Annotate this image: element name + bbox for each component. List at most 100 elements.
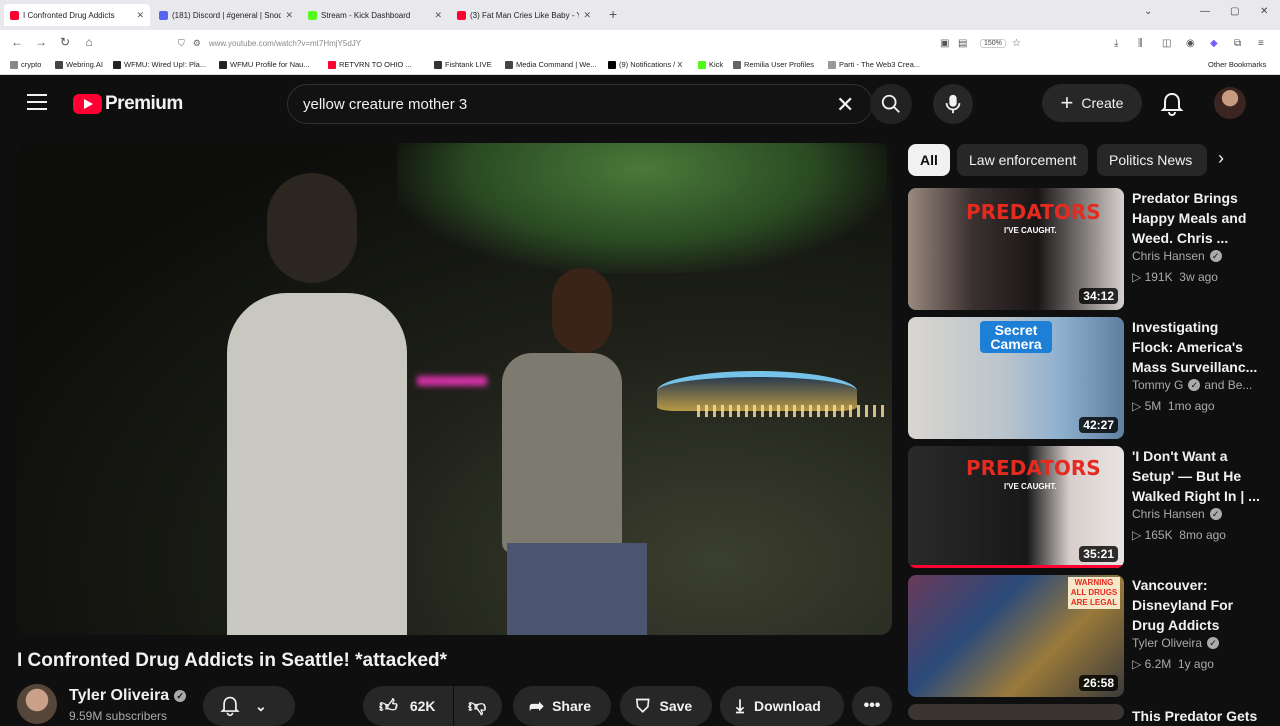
bookmark-item[interactable]: Kick [698,60,723,69]
extensions-icon[interactable]: ⧉ [1234,38,1241,49]
browser-tab[interactable]: (181) Discord | #general | Snod ✕ [153,4,299,26]
more-actions-button[interactable]: ••• [852,686,892,726]
bookmark-item[interactable]: Media Command | We... [505,60,597,69]
site-settings-icon[interactable]: ⚙ [193,38,201,49]
like-button[interactable]: 👍︎ 62K [363,686,453,726]
recommendation-channel[interactable]: Chris Hansen ✓ [1132,507,1222,521]
bookmark-label: Webring.AI [66,60,103,69]
address-bar[interactable]: ⛉ ⚙ www.youtube.com/watch?v=mt7HmjY5dJY [178,34,938,52]
extension-icon[interactable]: ◆ [1210,38,1218,49]
reload-icon[interactable]: ↻ [57,35,73,49]
bookmark-favicon-icon [328,60,336,69]
recommendation-title[interactable]: Predator Brings Happy Meals and Weed. Ch… [1132,188,1260,248]
zoom-level[interactable]: 150% [980,39,1006,48]
close-tab-icon[interactable]: ✕ [583,10,591,21]
close-tab-icon[interactable]: ✕ [136,10,144,21]
maximize-icon[interactable]: ▢ [1230,6,1239,17]
recommendation-channel[interactable]: Tyler Oliveira ✓ [1132,636,1220,650]
thumbnail-text: Secret Camera [980,321,1052,353]
subscription-notifications-button[interactable]: ⌄ [203,686,295,726]
bookmark-item[interactable]: Parti - The Web3 Crea... [828,60,920,69]
create-label: Create [1081,95,1124,111]
home-icon[interactable]: ⌂ [81,35,97,49]
youtube-premium-logo[interactable]: Premium [73,93,183,115]
channel-avatar[interactable] [17,684,57,724]
voice-search-button[interactable] [933,84,973,124]
new-tab-button[interactable]: + [609,6,617,22]
video-frame-lights [697,405,887,417]
share-button[interactable]: ➦ Share [513,686,611,726]
notifications-bell-icon[interactable] [1160,91,1184,117]
guide-menu-icon[interactable] [27,94,47,110]
bookmark-item[interactable]: WFMU Profile for Nau... [219,60,310,69]
recommendation-title[interactable]: 'I Don't Want a Setup' — But He Walked R… [1132,446,1260,506]
bookmark-item[interactable]: RETVRN TO OHIO ... [328,60,412,69]
video-player[interactable] [17,143,892,635]
reader-icon[interactable]: ▤ [958,38,967,49]
sidebar-icon[interactable]: ◫ [1162,38,1171,49]
clear-search-icon[interactable]: ✕ [836,92,854,118]
recommendation-channel[interactable]: Chris Hansen ✓ [1132,249,1222,263]
download-icon[interactable]: ⤓ [1114,38,1118,49]
browser-tab[interactable]: Stream - Kick Dashboard ✕ [302,4,448,26]
recommendation-channel[interactable]: Tommy G ✓ and Be... [1132,378,1252,392]
forward-icon[interactable]: → [33,35,49,49]
recommendation-item[interactable]: WARNING ALL DRUGS ARE LEGAL 26:58 Vancou… [908,575,1268,697]
bookmark-label: Media Command | We... [516,60,597,69]
video-thumbnail[interactable] [908,704,1124,720]
bookmark-item[interactable]: Webring.AI [55,60,103,69]
chip-politics-news[interactable]: Politics News [1097,144,1207,176]
recommendation-title[interactable]: Investigating Flock: America's Mass Surv… [1132,317,1260,377]
other-bookmarks[interactable]: Other Bookmarks [1208,60,1266,69]
chevron-right-icon[interactable]: › [1218,148,1224,169]
video-thumbnail[interactable]: PREDATORS I'VE CAUGHT. 35:21 [908,446,1124,568]
library-icon[interactable]: ⫼ [1138,38,1143,49]
browser-tab[interactable]: (3) Fat Man Cries Like Baby - Yo ✕ [451,4,597,26]
bookmark-star-icon[interactable]: ☆ [1012,38,1021,49]
bookmark-label: Fishtank LIVE [445,60,492,69]
bookmark-item[interactable]: Fishtank LIVE [434,60,492,69]
chip-all[interactable]: All [908,144,950,176]
video-thumbnail[interactable]: PREDATORS I'VE CAUGHT. 34:12 [908,188,1124,310]
recommendation-title[interactable]: Vancouver: Disneyland For Drug Addicts [1132,575,1260,635]
close-window-icon[interactable]: ✕ [1260,6,1268,17]
video-thumbnail[interactable]: WARNING ALL DRUGS ARE LEGAL 26:58 [908,575,1124,697]
menu-icon[interactable]: ≡ [1258,38,1264,49]
bookmark-favicon-icon [113,60,121,69]
account-icon[interactable]: ◉ [1186,38,1195,49]
bookmark-favicon-icon [698,60,706,69]
back-icon[interactable]: ← [9,35,25,49]
recommendation-item[interactable]: PREDATORS I'VE CAUGHT. 35:21 'I Don't Wa… [908,446,1268,568]
channel-name-link[interactable]: Tyler Oliveira ✓ [69,687,187,705]
recommendation-item[interactable]: This Predator Gets [908,704,1268,724]
recommendation-item[interactable]: Secret Camera 42:27 Investigating Flock:… [908,317,1268,439]
verified-badge-icon: ✓ [174,690,187,702]
channel-name: Chris Hansen [1132,249,1205,263]
recommendation-title[interactable]: This Predator Gets [1132,706,1260,726]
video-thumbnail[interactable]: Secret Camera 42:27 [908,317,1124,439]
close-tab-icon[interactable]: ✕ [285,10,293,21]
search-input[interactable]: yellow creature mother 3 ✕ [287,84,873,124]
more-horizontal-icon: ••• [863,697,881,714]
account-avatar[interactable] [1214,87,1246,119]
chip-law-enforcement[interactable]: Law enforcement [957,144,1089,176]
close-tab-icon[interactable]: ✕ [434,10,442,21]
verified-badge-icon: ✓ [1188,379,1201,391]
dislike-button[interactable]: 👎︎ [454,686,502,726]
search-button[interactable] [870,84,912,124]
save-button[interactable]: ⛉ Save [620,686,712,726]
create-button[interactable]: + Create [1042,84,1142,122]
browser-tab[interactable]: I Confronted Drug Addicts ✕ [4,4,150,26]
tab-list-chevron-icon[interactable]: ⌄ [1144,6,1152,17]
save-label: Save [659,698,693,714]
bookmark-item[interactable]: crypto [10,60,41,69]
bookmark-item[interactable]: WFMU: Wired Up!: Pla... [113,60,206,69]
video-frame-person [267,173,357,283]
minimize-icon[interactable]: — [1200,6,1210,17]
recommendation-item[interactable]: PREDATORS I'VE CAUGHT. 34:12 Predator Br… [908,188,1268,310]
bookmark-item[interactable]: (9) Notifications / X [608,60,682,69]
download-button[interactable]: ⤓ Download [720,686,844,726]
screenshot-icon[interactable]: ▣ [940,38,949,49]
bookmark-item[interactable]: Remilia User Profiles [733,60,814,69]
bookmark-favicon-icon [828,60,836,69]
